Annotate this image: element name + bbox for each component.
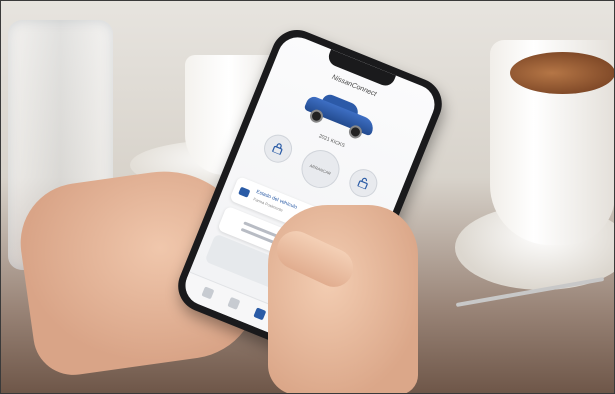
start-engine-label: ARRANCAR [309,162,332,176]
start-engine-button[interactable]: ARRANCAR [295,144,346,194]
unlock-icon [357,177,368,190]
car-icon [238,186,251,198]
tab-icon[interactable] [201,286,215,300]
home-icon[interactable] [253,307,267,321]
lock-button[interactable] [259,130,297,167]
unlock-button[interactable] [345,164,382,202]
lock-icon [272,143,283,156]
tab-icon[interactable] [227,296,241,310]
tea-surface [510,52,615,94]
photo-scene: NissanConnect 2021 KICKS ARRANCAR Estado… [0,0,615,394]
